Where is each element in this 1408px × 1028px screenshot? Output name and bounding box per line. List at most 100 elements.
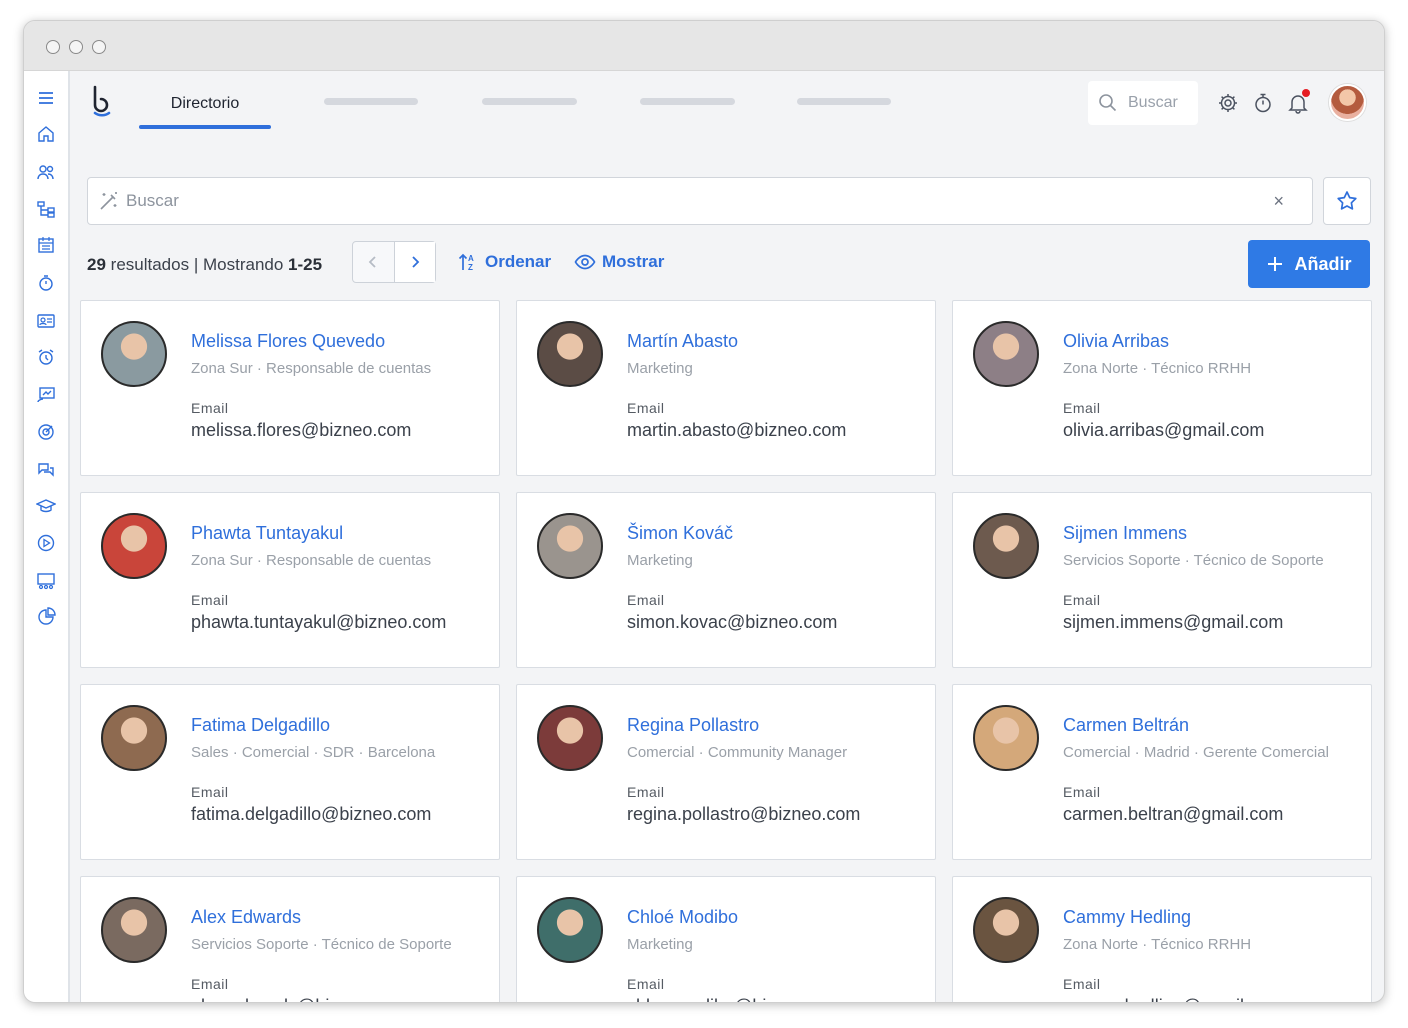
employee-department: Servicios Soporte · Técnico de Soporte	[1063, 552, 1324, 569]
top-navigation: Directorio Buscar	[70, 71, 1384, 151]
employee-avatar[interactable]	[537, 321, 603, 387]
presentation-icon[interactable]	[35, 384, 57, 406]
minimize-window-button[interactable]	[69, 40, 83, 54]
timer-icon[interactable]	[35, 272, 57, 294]
employee-avatar[interactable]	[537, 897, 603, 963]
employee-avatar[interactable]	[973, 705, 1039, 771]
employee-card[interactable]: Carmen Beltrán Comercial · Madrid · Geren…	[952, 684, 1372, 860]
employee-avatar[interactable]	[973, 321, 1039, 387]
maximize-window-button[interactable]	[92, 40, 106, 54]
calendar-icon[interactable]	[35, 234, 57, 256]
employee-name[interactable]: Fatima Delgadillo	[191, 715, 330, 736]
employee-department: Marketing	[627, 936, 693, 953]
employee-name[interactable]: Melissa Flores Quevedo	[191, 331, 385, 352]
add-employee-button[interactable]: Añadir	[1248, 240, 1370, 288]
employee-name[interactable]: Regina Pollastro	[627, 715, 759, 736]
employee-avatar[interactable]	[101, 513, 167, 579]
directory-search-input[interactable]: Buscar ×	[87, 177, 1313, 225]
user-avatar[interactable]	[1329, 84, 1366, 121]
employee-department: Marketing	[627, 552, 693, 569]
home-icon[interactable]	[35, 123, 57, 145]
bell-icon[interactable]	[1286, 89, 1310, 115]
email-label: Email	[191, 400, 229, 416]
top-search-placeholder: Buscar	[1128, 94, 1178, 111]
results-toolbar: 29 resultados | Mostrando 1-25 AZ Ordena…	[87, 240, 1370, 289]
employee-card[interactable]: Šimon Kováč Marketing Email simon.kovac@biz…	[516, 492, 936, 668]
tab-placeholder[interactable]	[324, 98, 418, 105]
top-search-input[interactable]: Buscar	[1088, 81, 1198, 125]
close-window-button[interactable]	[46, 40, 60, 54]
target-icon[interactable]	[35, 421, 57, 443]
tab-directorio[interactable]: Directorio	[139, 93, 271, 129]
employee-email: carmen.beltran@gmail.com	[1063, 804, 1284, 824]
employee-avatar[interactable]	[537, 705, 603, 771]
notification-badge	[1302, 89, 1310, 97]
next-page-button[interactable]	[394, 242, 435, 282]
employee-name[interactable]: Šimon Kováč	[627, 523, 733, 544]
favorite-button[interactable]	[1323, 177, 1371, 225]
employee-email: cammy.hedling@gmail.com	[1063, 996, 1283, 1002]
id-card-icon[interactable]	[35, 310, 57, 332]
employee-name[interactable]: Olivia Arribas	[1063, 331, 1169, 352]
org-chart-icon[interactable]	[35, 198, 57, 220]
employee-name[interactable]: Martín Abasto	[627, 331, 738, 352]
prev-page-button[interactable]	[353, 242, 395, 282]
menu-icon[interactable]	[35, 87, 57, 109]
employee-avatar[interactable]	[101, 321, 167, 387]
chat-icon[interactable]	[35, 459, 57, 481]
show-button[interactable]: Mostrar	[574, 251, 664, 273]
directory-search-placeholder: Buscar	[126, 191, 179, 210]
stopwatch-icon[interactable]	[1251, 91, 1275, 115]
employee-card[interactable]: Melissa Flores Quevedo Zona Sur · Respons…	[80, 300, 500, 476]
employee-card[interactable]: Fatima Delgadillo Sales · Comercial · SDR…	[80, 684, 500, 860]
svg-text:A: A	[468, 254, 474, 263]
sort-button[interactable]: AZ Ordenar	[457, 251, 551, 273]
people-icon[interactable]	[35, 161, 57, 183]
svg-text:Z: Z	[468, 263, 473, 272]
sort-label: Ordenar	[485, 252, 552, 271]
clear-search-icon[interactable]: ×	[1273, 191, 1284, 212]
pie-chart-icon[interactable]	[35, 606, 57, 628]
employee-card[interactable]: Martín Abasto Marketing Email martin.abasto…	[516, 300, 936, 476]
tab-placeholder[interactable]	[797, 98, 891, 105]
bizneo-logo[interactable]	[90, 85, 116, 119]
graduation-icon[interactable]	[35, 495, 57, 517]
employee-email: phawta.tuntayakul@bizneo.com	[191, 612, 447, 632]
employee-card[interactable]: Phawta Tuntayakul Zona Sur · Responsable …	[80, 492, 500, 668]
employee-email: martin.abasto@bizneo.com	[627, 420, 847, 440]
employee-card[interactable]: Sijmen Immens Servicios Soporte · Técnico…	[952, 492, 1372, 668]
play-icon[interactable]	[35, 532, 57, 554]
email-label: Email	[1063, 784, 1101, 800]
gear-icon[interactable]	[1216, 91, 1240, 115]
employee-avatar[interactable]	[973, 897, 1039, 963]
employee-card[interactable]: Alex Edwards Servicios Soporte · Técnico …	[80, 876, 500, 1002]
active-tab-underline	[139, 125, 271, 129]
employee-card[interactable]: Regina Pollastro Comercial · Community Ma…	[516, 684, 936, 860]
results-range: 1-25	[288, 255, 323, 274]
employee-card[interactable]: Cammy Hedling Zona Norte · Técnico RRHH Em…	[952, 876, 1372, 1002]
employee-avatar[interactable]	[101, 897, 167, 963]
employee-name[interactable]: Cammy Hedling	[1063, 907, 1191, 928]
classroom-icon[interactable]	[35, 570, 57, 592]
app-window: Directorio Buscar Buscar × 29 resultados…	[23, 20, 1385, 1003]
tab-placeholder[interactable]	[640, 98, 735, 105]
results-word: resultados	[110, 255, 190, 274]
employee-name[interactable]: Alex Edwards	[191, 907, 301, 928]
employee-email: olivia.arribas@gmail.com	[1063, 420, 1265, 440]
employee-name[interactable]: Sijmen Immens	[1063, 523, 1187, 544]
employee-avatar[interactable]	[101, 705, 167, 771]
employee-avatar[interactable]	[537, 513, 603, 579]
employee-email: sijmen.immens@gmail.com	[1063, 612, 1284, 632]
employee-name[interactable]: Chloé Modibo	[627, 907, 738, 928]
employee-card[interactable]: Olivia Arribas Zona Norte · Técnico RRHH E…	[952, 300, 1372, 476]
employee-name[interactable]: Carmen Beltrán	[1063, 715, 1189, 736]
email-label: Email	[627, 400, 665, 416]
employee-email: simon.kovac@bizneo.com	[627, 612, 838, 632]
alarm-icon[interactable]	[35, 346, 57, 368]
employee-card[interactable]: Chloé Modibo Marketing Email chloe.modibo@b…	[516, 876, 936, 1002]
employee-avatar[interactable]	[973, 513, 1039, 579]
employee-name[interactable]: Phawta Tuntayakul	[191, 523, 343, 544]
tab-placeholder[interactable]	[482, 98, 577, 105]
employee-department: Zona Sur · Responsable de cuentas	[191, 552, 432, 569]
employee-department: Zona Norte · Técnico RRHH	[1063, 360, 1252, 377]
